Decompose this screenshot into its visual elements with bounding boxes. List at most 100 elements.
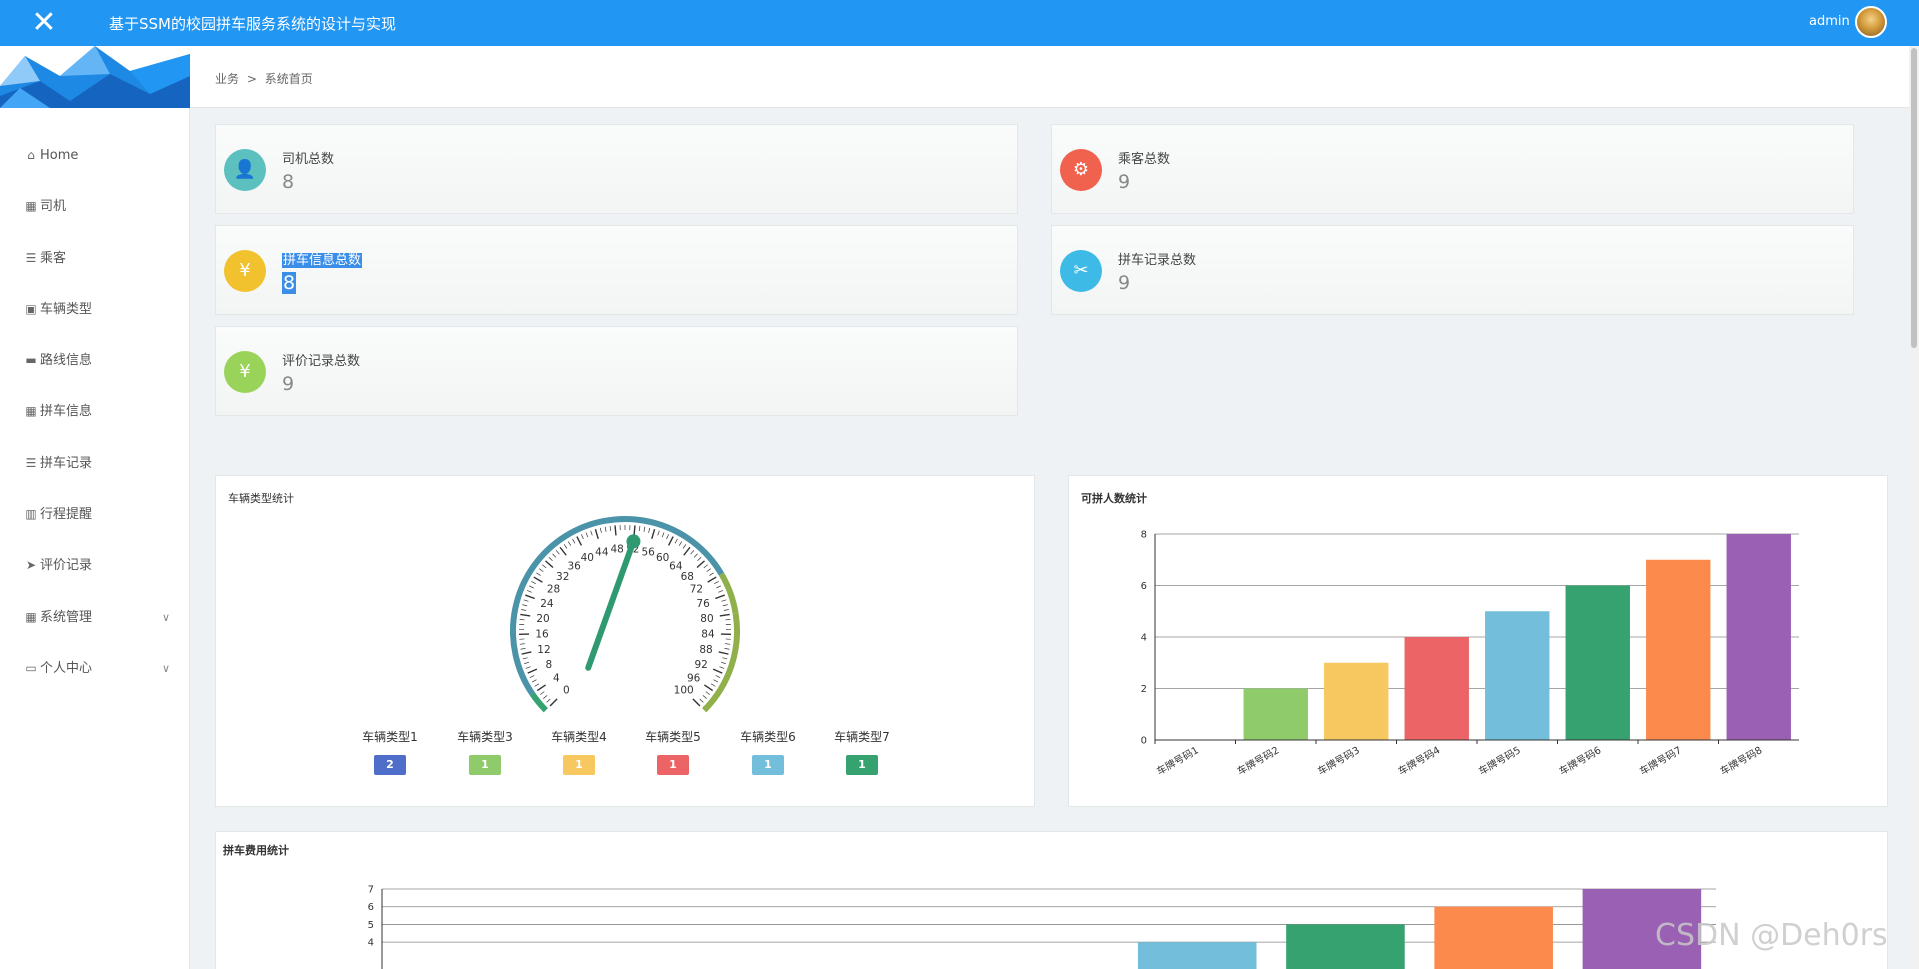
gauge-tick bbox=[719, 666, 725, 669]
gauge-tick bbox=[690, 550, 695, 555]
gauge-tick bbox=[529, 675, 535, 678]
legend-label: 车辆类型5 bbox=[645, 730, 701, 744]
gauge-tick bbox=[638, 526, 641, 532]
stat-value: 8 bbox=[282, 272, 297, 294]
sidebar-item-home[interactable]: ⌂ Home bbox=[0, 130, 190, 181]
gauge-tick bbox=[674, 538, 678, 544]
bar bbox=[1565, 585, 1630, 740]
legend-badge: 1 bbox=[657, 755, 689, 775]
bar-chart-icon: ▥ bbox=[25, 507, 37, 522]
gauge-tick bbox=[528, 585, 534, 589]
gauge-tick-label: 0 bbox=[563, 685, 570, 697]
avatar[interactable] bbox=[1855, 6, 1887, 38]
sidebar-item-vehicle-type[interactable]: ▣ 车辆类型 bbox=[0, 284, 190, 335]
gauge-tick bbox=[585, 532, 589, 538]
gauge-tick bbox=[545, 560, 554, 569]
x-tick-label: 车牌号码3 bbox=[1315, 743, 1362, 777]
x-tick-label: 车牌号码2 bbox=[1235, 743, 1282, 777]
user-card-icon: 👤 bbox=[224, 149, 266, 191]
sidebar-item-label: 系统管理 bbox=[40, 609, 93, 625]
scrollbar-thumb[interactable] bbox=[1911, 48, 1917, 348]
sidebar-item-label: 车辆类型 bbox=[40, 301, 93, 317]
gauge-tick bbox=[546, 698, 551, 703]
gauge-tick-label: 76 bbox=[696, 598, 710, 610]
sidebar-nav: ⌂ Home ▦ 司机 ☰ 乘客 ▣ 车辆类型 ▬ 路线信息 ▦ 拼车信息 ☰ 拼车记录 ▥ 行… bbox=[0, 130, 190, 694]
gauge-tick bbox=[521, 651, 532, 655]
sidebar-item-driver[interactable]: ▦ 司机 bbox=[0, 181, 190, 232]
chevron-down-icon: ∨ bbox=[161, 610, 170, 624]
sidebar-item-system-management[interactable]: ▦ 系统管理 ∨ bbox=[0, 592, 190, 643]
sidebar-item-passenger[interactable]: ☰ 乘客 bbox=[0, 233, 190, 284]
grid-icon: ▦ bbox=[25, 609, 37, 624]
gauge-tick bbox=[526, 590, 532, 593]
stat-value: 9 bbox=[1118, 171, 1131, 193]
gauge-tick bbox=[534, 683, 540, 687]
gauge-tick bbox=[722, 604, 728, 607]
legend-label: 车辆类型6 bbox=[740, 730, 796, 744]
legend-label: 车辆类型3 bbox=[457, 730, 513, 744]
list-icon: ☰ bbox=[25, 455, 37, 470]
gauge-tick bbox=[678, 541, 683, 546]
sidebar-item-reviews[interactable]: ➤ 评价记录 bbox=[0, 540, 190, 591]
legend-label: 车辆类型4 bbox=[551, 730, 607, 744]
gauge-tick bbox=[525, 594, 535, 600]
gauge-tick-label: 16 bbox=[535, 629, 549, 641]
bar bbox=[1286, 924, 1405, 969]
sidebar-item-carpool-record[interactable]: ☰ 拼车记录 bbox=[0, 438, 190, 489]
gauge-tick bbox=[651, 529, 656, 540]
close-icon[interactable]: ✕ bbox=[24, 6, 64, 40]
sidebar-item-label: 拼车记录 bbox=[40, 455, 93, 471]
gauge-tick bbox=[581, 534, 584, 540]
legend-item[interactable]: 车辆类型6 1 bbox=[728, 728, 808, 775]
sidebar-item-trip-reminder[interactable]: ▥ 行程提醒 bbox=[0, 489, 190, 540]
gauge-tick bbox=[522, 604, 528, 607]
y-tick-label: 7 bbox=[368, 885, 374, 896]
legend-item[interactable]: 车辆类型5 1 bbox=[633, 728, 713, 775]
gauge-tick-label: 100 bbox=[674, 685, 694, 697]
sidebar-item-route[interactable]: ▬ 路线信息 bbox=[0, 335, 190, 386]
gauge-tick-label: 44 bbox=[595, 546, 609, 558]
gauge-tick bbox=[519, 643, 525, 645]
gauge-tick bbox=[523, 599, 529, 602]
gauge-tick bbox=[715, 675, 721, 678]
gauge-tick bbox=[524, 661, 530, 665]
legend-item[interactable]: 车辆类型1 2 bbox=[350, 728, 430, 775]
yen-card-icon: ¥ bbox=[224, 250, 266, 292]
gauge-tick-label: 28 bbox=[547, 584, 560, 596]
bar bbox=[1137, 942, 1257, 969]
sidebar-item-carpool-info[interactable]: ▦ 拼车信息 bbox=[0, 386, 190, 437]
gauge-tick-label: 40 bbox=[581, 552, 594, 564]
stat-label: 拼车信息总数 bbox=[282, 249, 363, 268]
y-tick-label: 4 bbox=[1141, 633, 1147, 644]
y-tick-label: 5 bbox=[368, 920, 374, 931]
stat-label: 拼车记录总数 bbox=[1118, 253, 1197, 268]
gauge-tick bbox=[714, 581, 719, 585]
user-name[interactable]: admin bbox=[1809, 14, 1850, 29]
gauge-tick bbox=[548, 556, 553, 561]
vertical-scrollbar[interactable] bbox=[1909, 46, 1919, 969]
gauge-tick bbox=[705, 691, 710, 695]
y-tick-label: 6 bbox=[1141, 581, 1147, 592]
legend-item[interactable]: 车辆类型7 1 bbox=[822, 728, 902, 775]
gauge-tick bbox=[667, 536, 674, 546]
gauge-tick bbox=[567, 541, 572, 546]
tools-icon: ✂ bbox=[1060, 250, 1102, 292]
gauge-tick bbox=[559, 546, 567, 556]
breadcrumb-parent[interactable]: 业务 bbox=[215, 72, 239, 86]
gauge-tick bbox=[549, 698, 558, 707]
y-tick-label: 6 bbox=[368, 902, 374, 913]
stat-label: 评价记录总数 bbox=[282, 354, 361, 369]
sidebar: ⌂ Home ▦ 司机 ☰ 乘客 ▣ 车辆类型 ▬ 路线信息 ▦ 拼车信息 ☰ 拼车记录 ▥ 行… bbox=[0, 46, 190, 969]
legend-badge: 1 bbox=[752, 755, 784, 775]
gauge-tick bbox=[661, 532, 665, 538]
gauge-tick bbox=[707, 576, 717, 583]
gauge-tick bbox=[633, 525, 636, 536]
gauge-tick bbox=[725, 619, 731, 621]
breadcrumb: 业务 > 系统首页 bbox=[215, 70, 317, 87]
legend-item[interactable]: 车辆类型4 1 bbox=[539, 728, 619, 775]
sidebar-item-personal-center[interactable]: ▭ 个人中心 ∨ bbox=[0, 643, 190, 694]
breadcrumb-separator: > bbox=[246, 72, 257, 86]
x-tick-label: 车牌号码6 bbox=[1557, 743, 1604, 777]
legend-item[interactable]: 车辆类型3 1 bbox=[445, 728, 525, 775]
gauge-tick bbox=[572, 538, 576, 544]
